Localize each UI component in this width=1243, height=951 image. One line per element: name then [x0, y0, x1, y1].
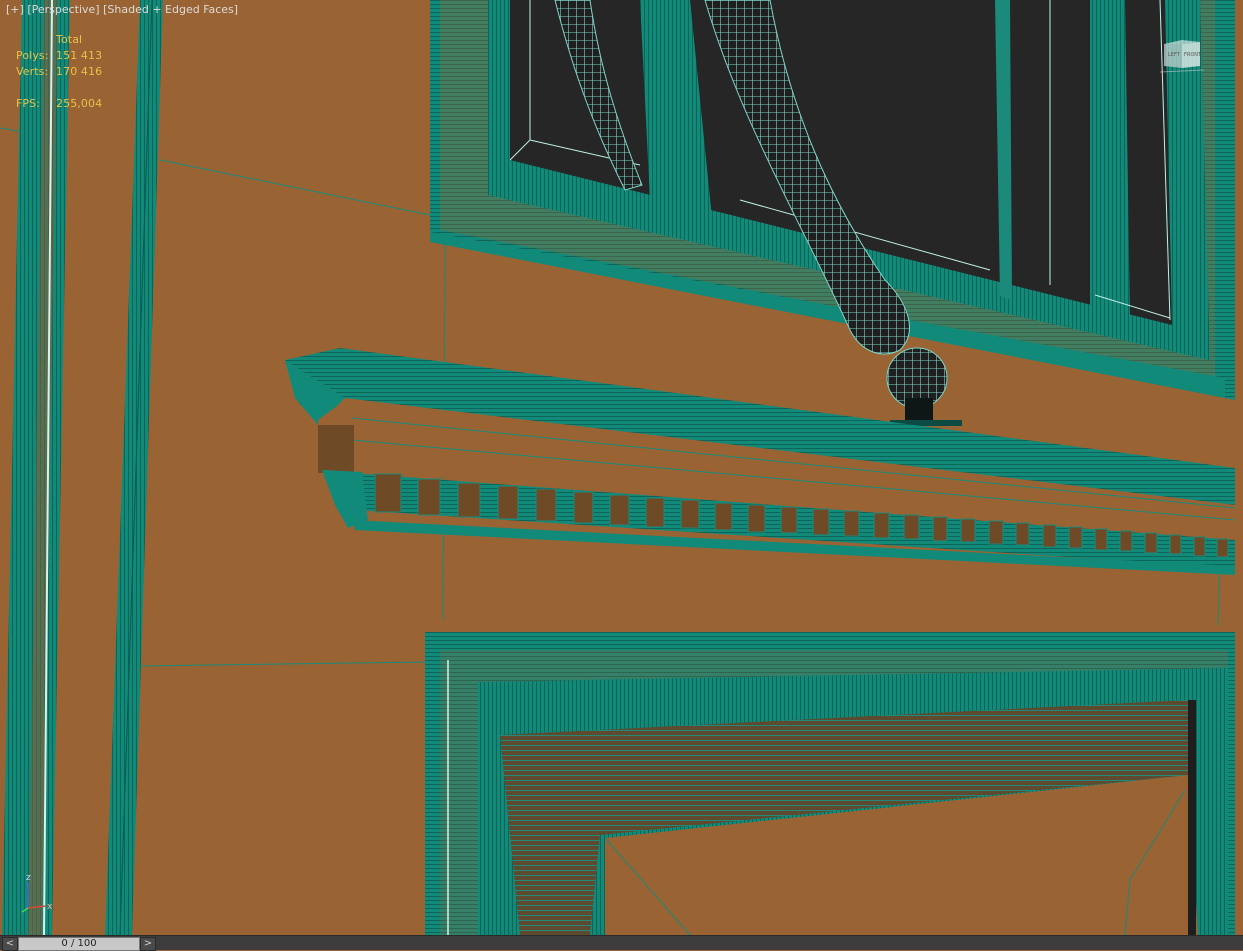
axis-x-label: x — [47, 902, 53, 912]
perspective-viewport[interactable]: [+] [Perspective] [Shaded + Edged Faces]… — [0, 0, 1243, 935]
stats-header: Total — [56, 33, 83, 46]
viewport-menu-plus[interactable]: [+] — [6, 3, 24, 16]
fps-value: 255,004 — [56, 97, 103, 110]
fps-label: FPS: — [16, 97, 41, 110]
axis-tripod-icon: z x — [14, 872, 58, 916]
viewport-label: [+] [Perspective] [Shaded + Edged Faces] — [6, 3, 238, 16]
polys-value: 151 413 — [56, 49, 103, 62]
scene-render — [0, 0, 1243, 935]
lower-frame — [425, 632, 1235, 935]
polys-label: Polys: — [16, 49, 49, 62]
viewport-shading-menu[interactable]: [Shaded + Edged Faces] — [103, 3, 238, 16]
time-slider[interactable]: < 0 / 100 > — [0, 935, 1243, 951]
verts-value: 170 416 — [56, 65, 103, 78]
verts-label: Verts: — [16, 65, 49, 78]
axis-z-label: z — [26, 873, 31, 883]
viewport-point-of-view-menu[interactable]: [Perspective] — [27, 3, 99, 16]
viewcube-front-face[interactable]: FRONT — [1184, 52, 1202, 58]
viewcube-left-face[interactable]: LEFT — [1168, 52, 1181, 58]
viewcube-icon[interactable]: LEFT FRONT — [1159, 36, 1205, 76]
